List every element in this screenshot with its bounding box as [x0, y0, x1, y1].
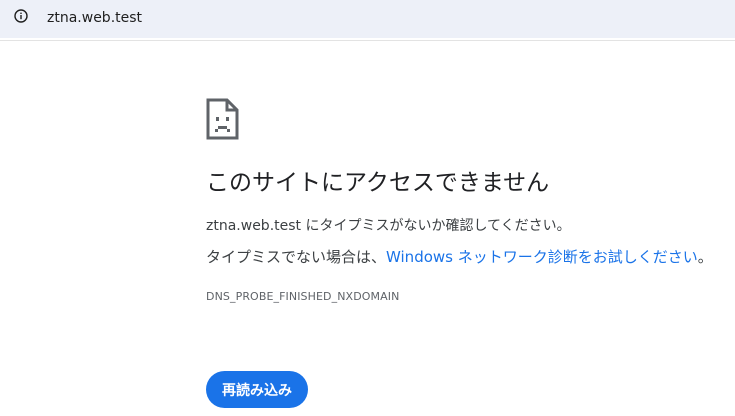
error-heading: このサイトにアクセスできません: [206, 170, 550, 196]
diagnostics-suffix: 。: [697, 248, 713, 266]
sad-page-icon: [206, 98, 239, 140]
info-icon[interactable]: [14, 9, 28, 23]
typo-check-message: ztna.web.test にタイプミスがないか確認してください。: [206, 218, 571, 234]
diagnostics-prefix: タイプミスでない場合は、: [206, 248, 387, 266]
error-code: DNS_PROBE_FINISHED_NXDOMAIN: [206, 290, 400, 303]
diagnostics-message: タイプミスでない場合は、Windows ネットワーク診断をお試しください。: [206, 247, 713, 267]
reload-button[interactable]: 再読み込み: [206, 371, 308, 408]
address-bar[interactable]: ztna.web.test: [0, 0, 735, 38]
url-text[interactable]: ztna.web.test: [47, 9, 142, 27]
network-diagnostics-link[interactable]: Windows ネットワーク診断をお試しください: [386, 248, 698, 266]
toolbar-divider: [0, 40, 735, 41]
